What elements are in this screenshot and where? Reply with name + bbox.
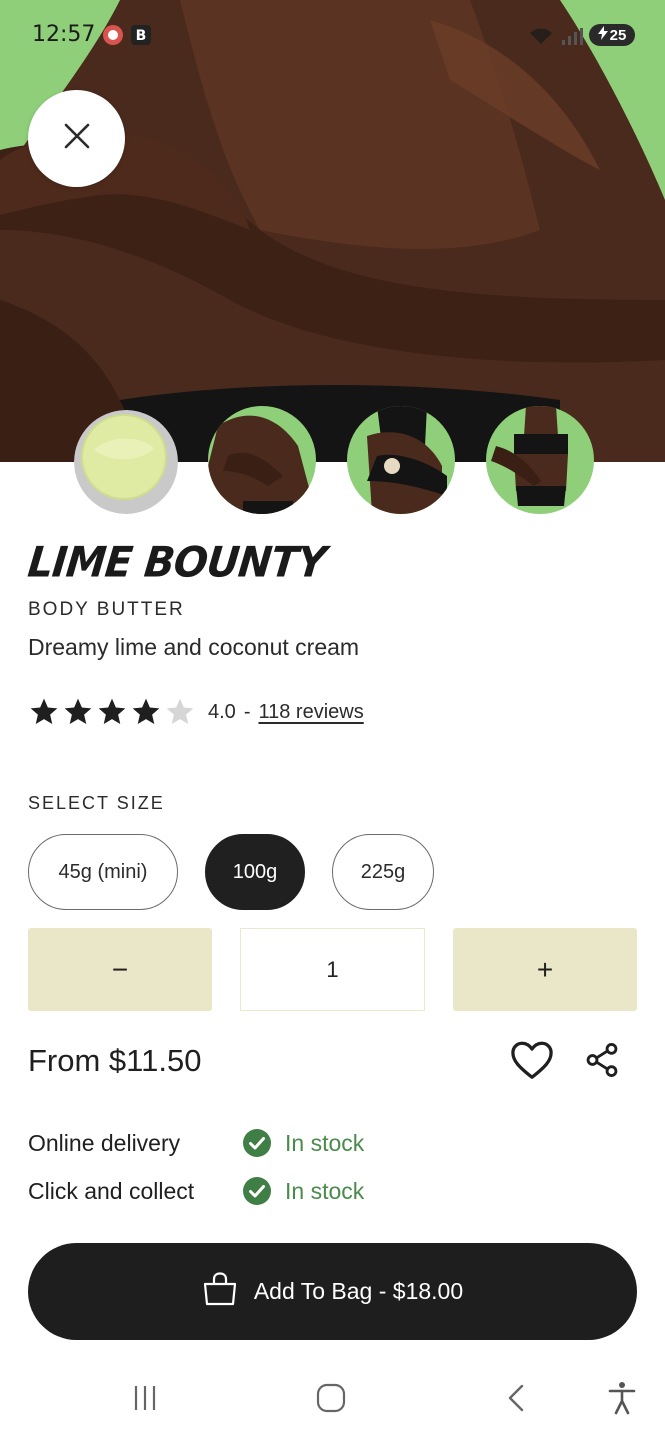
size-option-100g[interactable]: 100g [205,834,305,910]
product-description: Dreamy lime and coconut cream [28,634,360,660]
check-circle-icon [243,1129,271,1157]
home-button[interactable] [309,1378,353,1422]
system-navigation-bar [0,1360,665,1440]
rating-separator: - [243,700,251,723]
svg-text:B: B [136,28,147,44]
product-title: LIME BOUNTY [25,538,328,588]
recent-apps-icon [130,1383,160,1418]
wifi-icon [528,26,554,51]
availability-online-delivery: Online delivery In stock [28,1126,528,1160]
availability-label: Online delivery [28,1129,181,1156]
status-time: 12:57 [32,22,96,47]
back-button[interactable] [495,1378,539,1422]
select-size-label: SELECT SIZE [28,793,165,813]
quantity-decrement-button[interactable]: − [28,928,212,1011]
product-category: BODY BUTTER [28,599,185,620]
availability-status: In stock [285,1129,365,1156]
share-button[interactable] [580,1040,624,1084]
quantity-increment-button[interactable]: + [453,928,637,1011]
add-to-bag-button[interactable]: Add To Bag - $18.00 [28,1243,637,1340]
notification-b-icon: B [130,24,152,46]
star-empty-icon [164,696,196,728]
rating-row: 4.0 - 118 reviews [28,694,364,730]
product-thumbnails [0,404,665,518]
star-filled-icon [130,696,162,728]
thumbnail-product[interactable] [74,410,178,514]
recent-apps-button[interactable] [123,1378,167,1422]
rating-value: 4.0 [208,700,236,723]
notification-app-icon [102,24,124,46]
charging-icon [597,26,608,44]
back-icon [502,1383,532,1418]
size-option-45g[interactable]: 45g (mini) [28,834,178,910]
signal-icon [560,26,584,51]
add-to-bag-label: Add To Bag - $18.00 [253,1278,464,1304]
reviews-link[interactable]: 118 reviews [258,701,363,724]
star-filled-icon [96,696,128,728]
battery-indicator: 25 [589,24,635,46]
star-filled-icon [62,696,94,728]
availability-click-and-collect: Click and collect In stock [28,1174,528,1208]
battery-level: 25 [609,26,627,44]
thumbnail-model-2[interactable] [347,406,455,514]
wishlist-button[interactable] [508,1040,556,1084]
status-bar: 12:57 B 25 [0,0,665,70]
star-filled-icon [28,696,60,728]
accessibility-icon [607,1381,637,1420]
size-option-225g[interactable]: 225g [332,834,434,910]
home-icon [316,1383,346,1418]
heart-icon [510,1040,554,1085]
thumbnail-model-1[interactable] [208,406,316,514]
availability-label: Click and collect [28,1177,195,1204]
check-circle-icon [243,1177,271,1205]
shopping-bag-icon [202,1271,238,1312]
quantity-input[interactable]: 1 [240,928,425,1011]
close-button[interactable] [28,90,125,187]
close-icon [63,122,91,155]
product-price: From $11.50 [28,1043,202,1078]
accessibility-button[interactable] [600,1378,644,1422]
share-icon [583,1041,621,1084]
thumbnail-model-3[interactable] [486,406,594,514]
availability-status: In stock [285,1177,365,1204]
